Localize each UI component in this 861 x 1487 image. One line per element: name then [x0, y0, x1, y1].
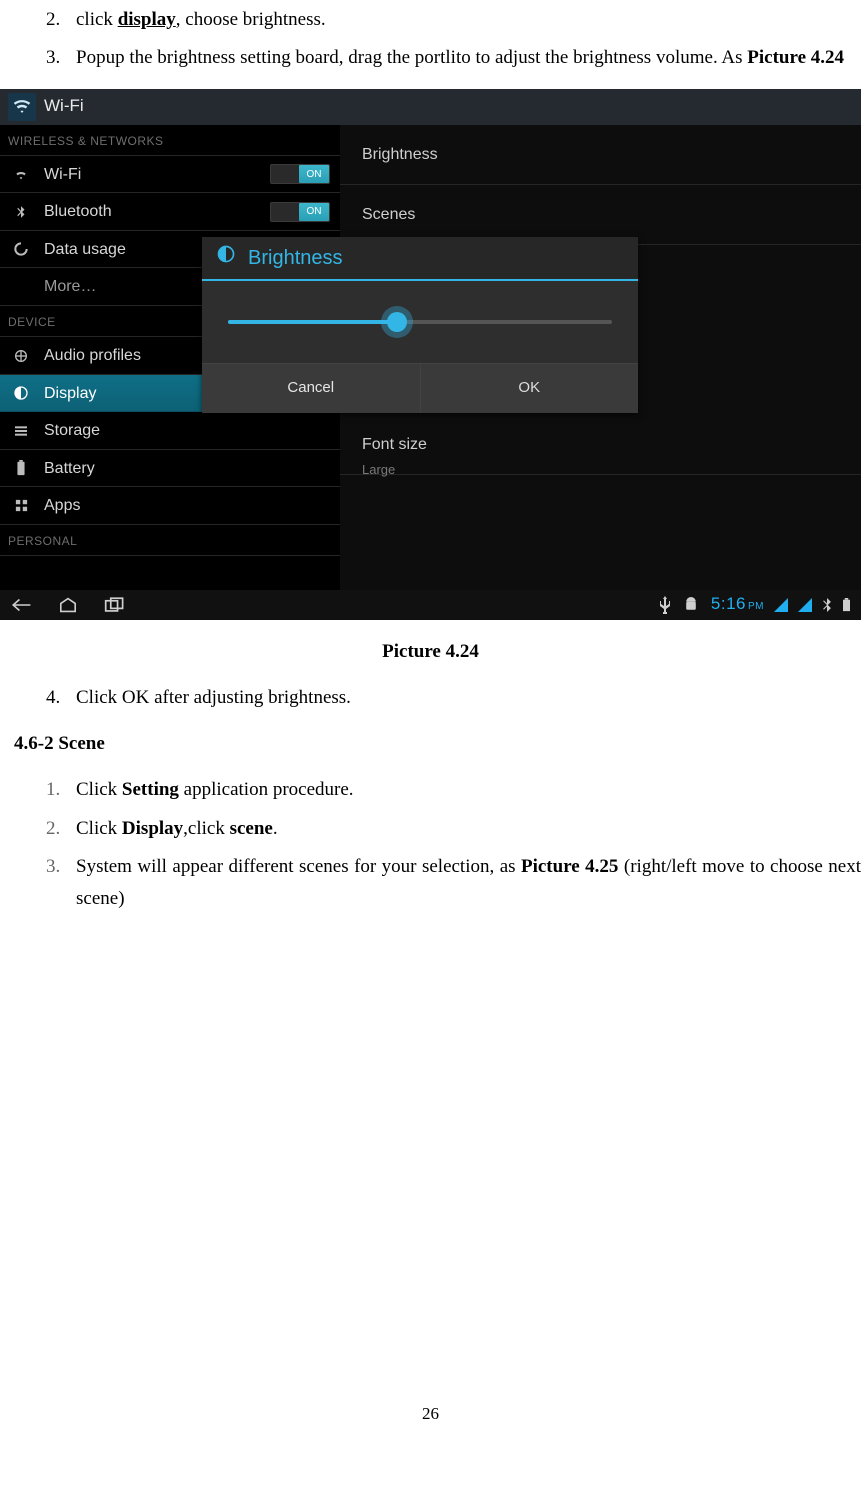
cancel-button[interactable]: Cancel	[202, 364, 421, 413]
list-number: 4.	[40, 682, 76, 714]
wifi-app-icon	[8, 93, 36, 121]
scene-item-3: 3. System will appear different scenes f…	[40, 851, 861, 916]
sidebar-label: Audio profiles	[44, 342, 141, 369]
section-wireless: WIRELESS & NETWORKS	[0, 125, 340, 156]
display-icon	[10, 385, 32, 401]
battery-status-icon	[842, 598, 851, 612]
sidebar-item-battery[interactable]: Battery	[0, 450, 340, 488]
brightness-slider[interactable]	[228, 320, 612, 324]
list-text: System will appear different scenes for …	[76, 851, 861, 916]
bluetooth-toggle[interactable]: ON	[270, 202, 330, 222]
list-text: Popup the brightness setting board, drag…	[76, 42, 861, 74]
sidebar-label: Storage	[44, 417, 100, 444]
section-heading: 4.6-2 Scene	[14, 728, 861, 760]
detail-brightness[interactable]: Brightness	[340, 125, 861, 185]
dialog-body	[202, 281, 638, 363]
ok-button[interactable]: OK	[421, 364, 639, 413]
data-usage-icon	[10, 241, 32, 257]
list-item-3: 3. Popup the brightness setting board, d…	[40, 42, 861, 74]
wifi-toggle[interactable]: ON	[270, 164, 330, 184]
slider-thumb[interactable]	[387, 312, 407, 332]
list-number: 2.	[40, 4, 76, 36]
storage-icon	[10, 423, 32, 439]
sidebar-item-storage[interactable]: Storage	[0, 412, 340, 450]
sidebar-item-wifi[interactable]: Wi-Fi ON	[0, 156, 340, 194]
page-number: 26	[0, 1400, 861, 1429]
list-text: Click OK after adjusting brightness.	[76, 682, 861, 714]
list-text: click display, choose brightness.	[76, 4, 861, 36]
list-item-4: 4. Click OK after adjusting brightness.	[40, 682, 861, 714]
battery-icon	[10, 460, 32, 476]
sidebar-label: Bluetooth	[44, 198, 112, 225]
scene-item-1: 1. Click Setting application procedure.	[40, 774, 861, 806]
apps-icon	[10, 498, 32, 513]
sidebar-label: Apps	[44, 492, 80, 519]
home-icon[interactable]	[58, 597, 78, 613]
android-icon	[681, 597, 701, 613]
dialog-title: Brightness	[248, 241, 343, 275]
wifi-icon	[10, 166, 32, 182]
header-title: Wi-Fi	[44, 92, 84, 121]
android-navbar: 5:16PM	[0, 590, 861, 620]
list-number: 1.	[40, 774, 76, 806]
figure-caption: Picture 4.24	[0, 636, 861, 668]
list-text: Click Setting application procedure.	[76, 774, 861, 806]
sidebar-label: Display	[44, 380, 96, 407]
sidebar-item-apps[interactable]: Apps	[0, 487, 340, 525]
detail-font-size[interactable]: Font size Large	[340, 425, 861, 475]
list-number: 3.	[40, 42, 76, 74]
list-number: 2.	[40, 813, 76, 845]
bluetooth-status-icon	[822, 598, 832, 612]
sidebar-item-bluetooth[interactable]: Bluetooth ON	[0, 193, 340, 231]
font-size-value: Large	[362, 459, 861, 481]
brightness-dialog: Brightness Cancel OK	[202, 237, 638, 413]
scene-item-2: 2. Click Display,click scene.	[40, 813, 861, 845]
usb-icon	[659, 596, 671, 614]
list-text: Click Display,click scene.	[76, 813, 861, 845]
brightness-icon	[216, 241, 236, 275]
bluetooth-icon	[10, 205, 32, 219]
sidebar-label: Wi-Fi	[44, 161, 81, 188]
signal-icon-2	[798, 598, 812, 612]
sidebar-label: Data usage	[44, 236, 126, 263]
section-personal: PERSONAL	[0, 525, 340, 556]
signal-icon	[774, 598, 788, 612]
back-icon[interactable]	[10, 597, 32, 613]
screenshot-android-settings: Wi-Fi WIRELESS & NETWORKS Wi-Fi ON Bluet…	[0, 89, 861, 620]
detail-scenes[interactable]: Scenes	[340, 185, 861, 245]
dialog-header: Brightness	[202, 237, 638, 281]
sidebar-label: Battery	[44, 455, 95, 482]
sidebar-label: More…	[44, 273, 96, 300]
clock: 5:16PM	[711, 590, 764, 619]
recents-icon[interactable]	[104, 597, 126, 613]
audio-icon	[10, 348, 32, 364]
list-item-2: 2. click display, choose brightness.	[40, 4, 861, 36]
list-number: 3.	[40, 851, 76, 916]
screenshot-header: Wi-Fi	[0, 89, 861, 125]
